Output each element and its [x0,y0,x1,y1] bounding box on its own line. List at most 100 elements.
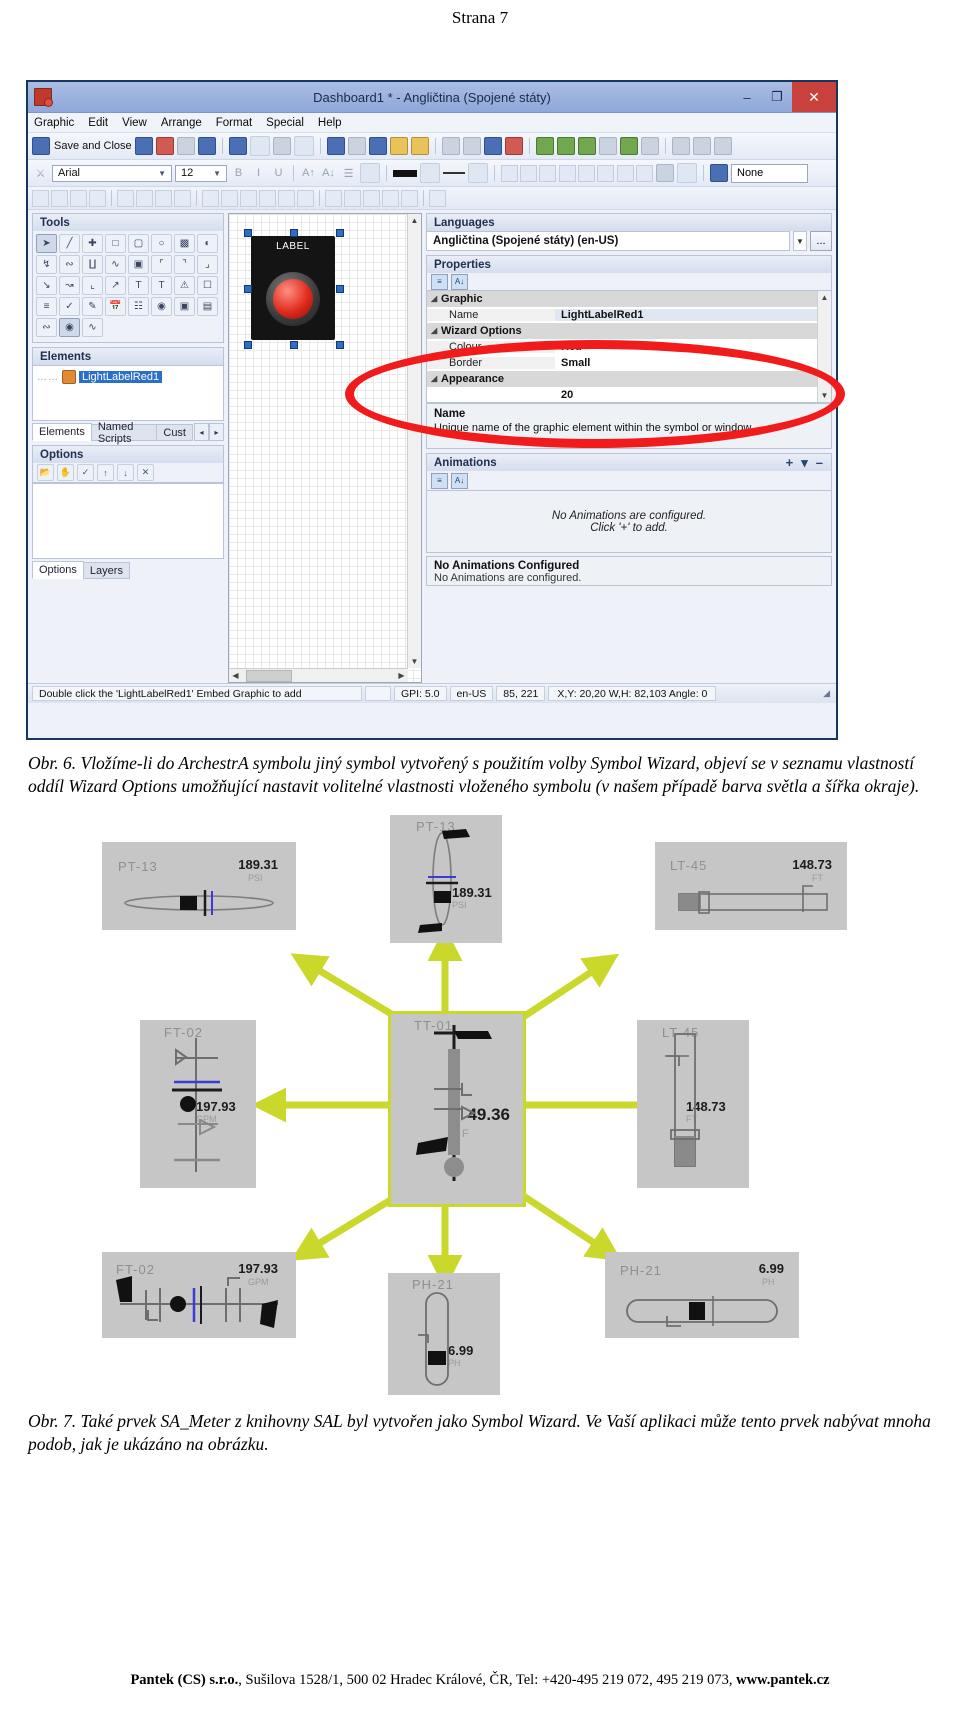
path-tool-icon[interactable]: ⌞ [82,276,103,295]
center-v-icon[interactable] [297,189,314,207]
fill-color-dropdown-icon[interactable] [420,163,440,183]
guides-icon[interactable] [577,137,596,155]
snap-icon[interactable] [556,137,575,155]
resize-handle-se[interactable] [336,341,344,349]
datagrid-tool-icon[interactable]: ☷ [128,297,149,316]
line-color-swatch[interactable] [443,172,465,174]
combo-box-tool-icon[interactable]: ≡ [36,297,57,316]
line-style-combo[interactable]: None [731,163,808,183]
status-text-tool-icon[interactable]: ⚠ [174,276,195,295]
bold-button[interactable]: B [230,165,247,182]
element-tree-item[interactable]: …… LightLabelRed1 [37,370,219,384]
scroll-left-icon[interactable]: ◀ [229,671,242,680]
filled-rectangle-tool-icon[interactable]: ▩ [174,234,195,253]
ruler-icon[interactable] [598,137,617,155]
align-rights-icon[interactable] [259,189,276,207]
menu-item-help[interactable]: Help [318,117,342,129]
move-up-icon[interactable]: ↑ [97,464,114,481]
distribute-v-icon[interactable] [636,164,653,182]
align-bottoms-icon[interactable] [221,189,238,207]
grid-icon[interactable] [535,137,554,155]
curve-tool-icon[interactable]: ↘ [36,276,57,295]
menu-item-view[interactable]: View [122,117,147,129]
align-tops-icon[interactable] [202,189,219,207]
rotate-right-icon[interactable] [174,189,191,207]
rounded-rectangle-tool-icon[interactable]: ▢ [128,234,149,253]
redo-dropdown-icon[interactable] [293,136,314,156]
selected-symbol[interactable]: LABEL [244,229,344,349]
language-browse-button[interactable]: ... [810,231,832,251]
space-across-icon[interactable] [325,189,342,207]
canvas-horizontal-scrollbar[interactable]: ◀ ▶ [229,668,408,682]
fill-color-swatch[interactable] [393,169,417,177]
align-left-icon[interactable] [441,137,460,155]
property-category-graphic[interactable]: ◢ Graphic [427,291,831,307]
collapse-triangle-icon-2[interactable]: ◢ [431,326,437,335]
tab-scroll-left-icon[interactable]: ◂ [194,423,209,441]
radio-group-tool-icon[interactable]: ◉ [151,297,172,316]
elements-tree[interactable]: …… LightLabelRed1 [32,365,224,421]
italic-button[interactable]: I [250,165,267,182]
resize-handle-nw[interactable] [244,229,252,237]
align-top-icon[interactable] [501,164,518,182]
decrease-font-size-icon[interactable]: A↓ [320,165,337,182]
menu-item-edit[interactable]: Edit [88,117,108,129]
animations-categorized-view-icon[interactable]: ≡ [431,472,448,489]
animations-add-chevron-icon[interactable]: ▾ [801,455,808,471]
collapse-triangle-icon-1[interactable]: ◢ [431,294,437,303]
trend-tool-icon[interactable]: ∿ [82,318,103,337]
image-tool-icon[interactable]: ▣ [128,255,149,274]
delete-option-icon[interactable]: ✕ [137,464,154,481]
check-document-icon[interactable] [155,137,174,155]
scroll-up-icon[interactable]: ▲ [408,214,421,227]
arc-tool-icon[interactable]: ⌜ [151,255,172,274]
property-name-value[interactable]: LightLabelRed1 [555,309,831,321]
align-middle-icon[interactable] [520,164,537,182]
remove-animation-button[interactable]: – [816,455,823,471]
align-left-icon-2[interactable] [559,164,576,182]
crosshair-tool-icon[interactable]: ✚ [82,234,103,253]
tab-custom-properties[interactable]: Cust [156,424,193,441]
design-canvas[interactable]: LABEL ▲ ▼ ◀ ▶ [228,213,422,683]
text-style-icon[interactable] [429,189,446,207]
footer-website[interactable]: www.pantek.cz [736,1672,829,1688]
canvas-vertical-scrollbar[interactable]: ▲ ▼ [407,214,421,668]
flip-vertical-icon[interactable] [136,189,153,207]
line-color-dropdown-icon[interactable] [468,163,488,183]
paste-icon[interactable] [389,137,408,155]
lock-options-icon[interactable]: ✋ [57,464,74,481]
closed-curve-tool-icon[interactable]: ∐ [82,255,103,274]
cut-icon[interactable] [347,137,366,155]
tab-layers[interactable]: Layers [82,562,130,579]
anchor-icon[interactable] [483,137,502,155]
chord-tool-icon[interactable]: ⌝ [174,255,195,274]
order-dropdown-icon[interactable] [677,163,697,183]
increase-font-size-icon[interactable]: A↑ [300,165,317,182]
flip-horizontal-icon[interactable] [117,189,134,207]
resize-handle-ne[interactable] [336,229,344,237]
diagonal-tool-icon[interactable]: ↗ [105,276,126,295]
tab-elements[interactable]: Elements [32,423,92,441]
group-icon[interactable] [32,189,49,207]
send-back-icon[interactable] [89,189,106,207]
tab-named-scripts[interactable]: Named Scripts [90,421,158,445]
scroll-right-icon[interactable]: ▶ [395,671,408,680]
ellipse-tool-icon[interactable]: ○ [151,234,172,253]
underline-button[interactable]: U [270,165,287,182]
rectangle-tool-icon[interactable]: □ [105,234,126,253]
text-align-dropdown-icon[interactable] [360,163,380,183]
copy-icon[interactable] [368,137,387,155]
align-center-icon-2[interactable] [578,164,595,182]
rich-text-tool-icon[interactable]: T [151,276,172,295]
bezier-tool-icon[interactable]: ↝ [59,276,80,295]
pointer-tool-icon[interactable]: ➤ [36,234,57,253]
polygon-tool-icon[interactable]: ∾ [59,255,80,274]
menu-item-arrange[interactable]: Arrange [161,117,202,129]
zoom-in-icon[interactable] [671,137,690,155]
window-tool-icon[interactable]: ▣ [174,297,195,316]
save-and-close-button[interactable]: Save and Close [32,137,132,155]
property-row-name[interactable]: Name LightLabelRed1 [427,307,831,323]
undo-icon[interactable] [228,137,247,155]
redo-icon[interactable] [272,137,291,155]
bring-front-icon[interactable] [70,189,87,207]
